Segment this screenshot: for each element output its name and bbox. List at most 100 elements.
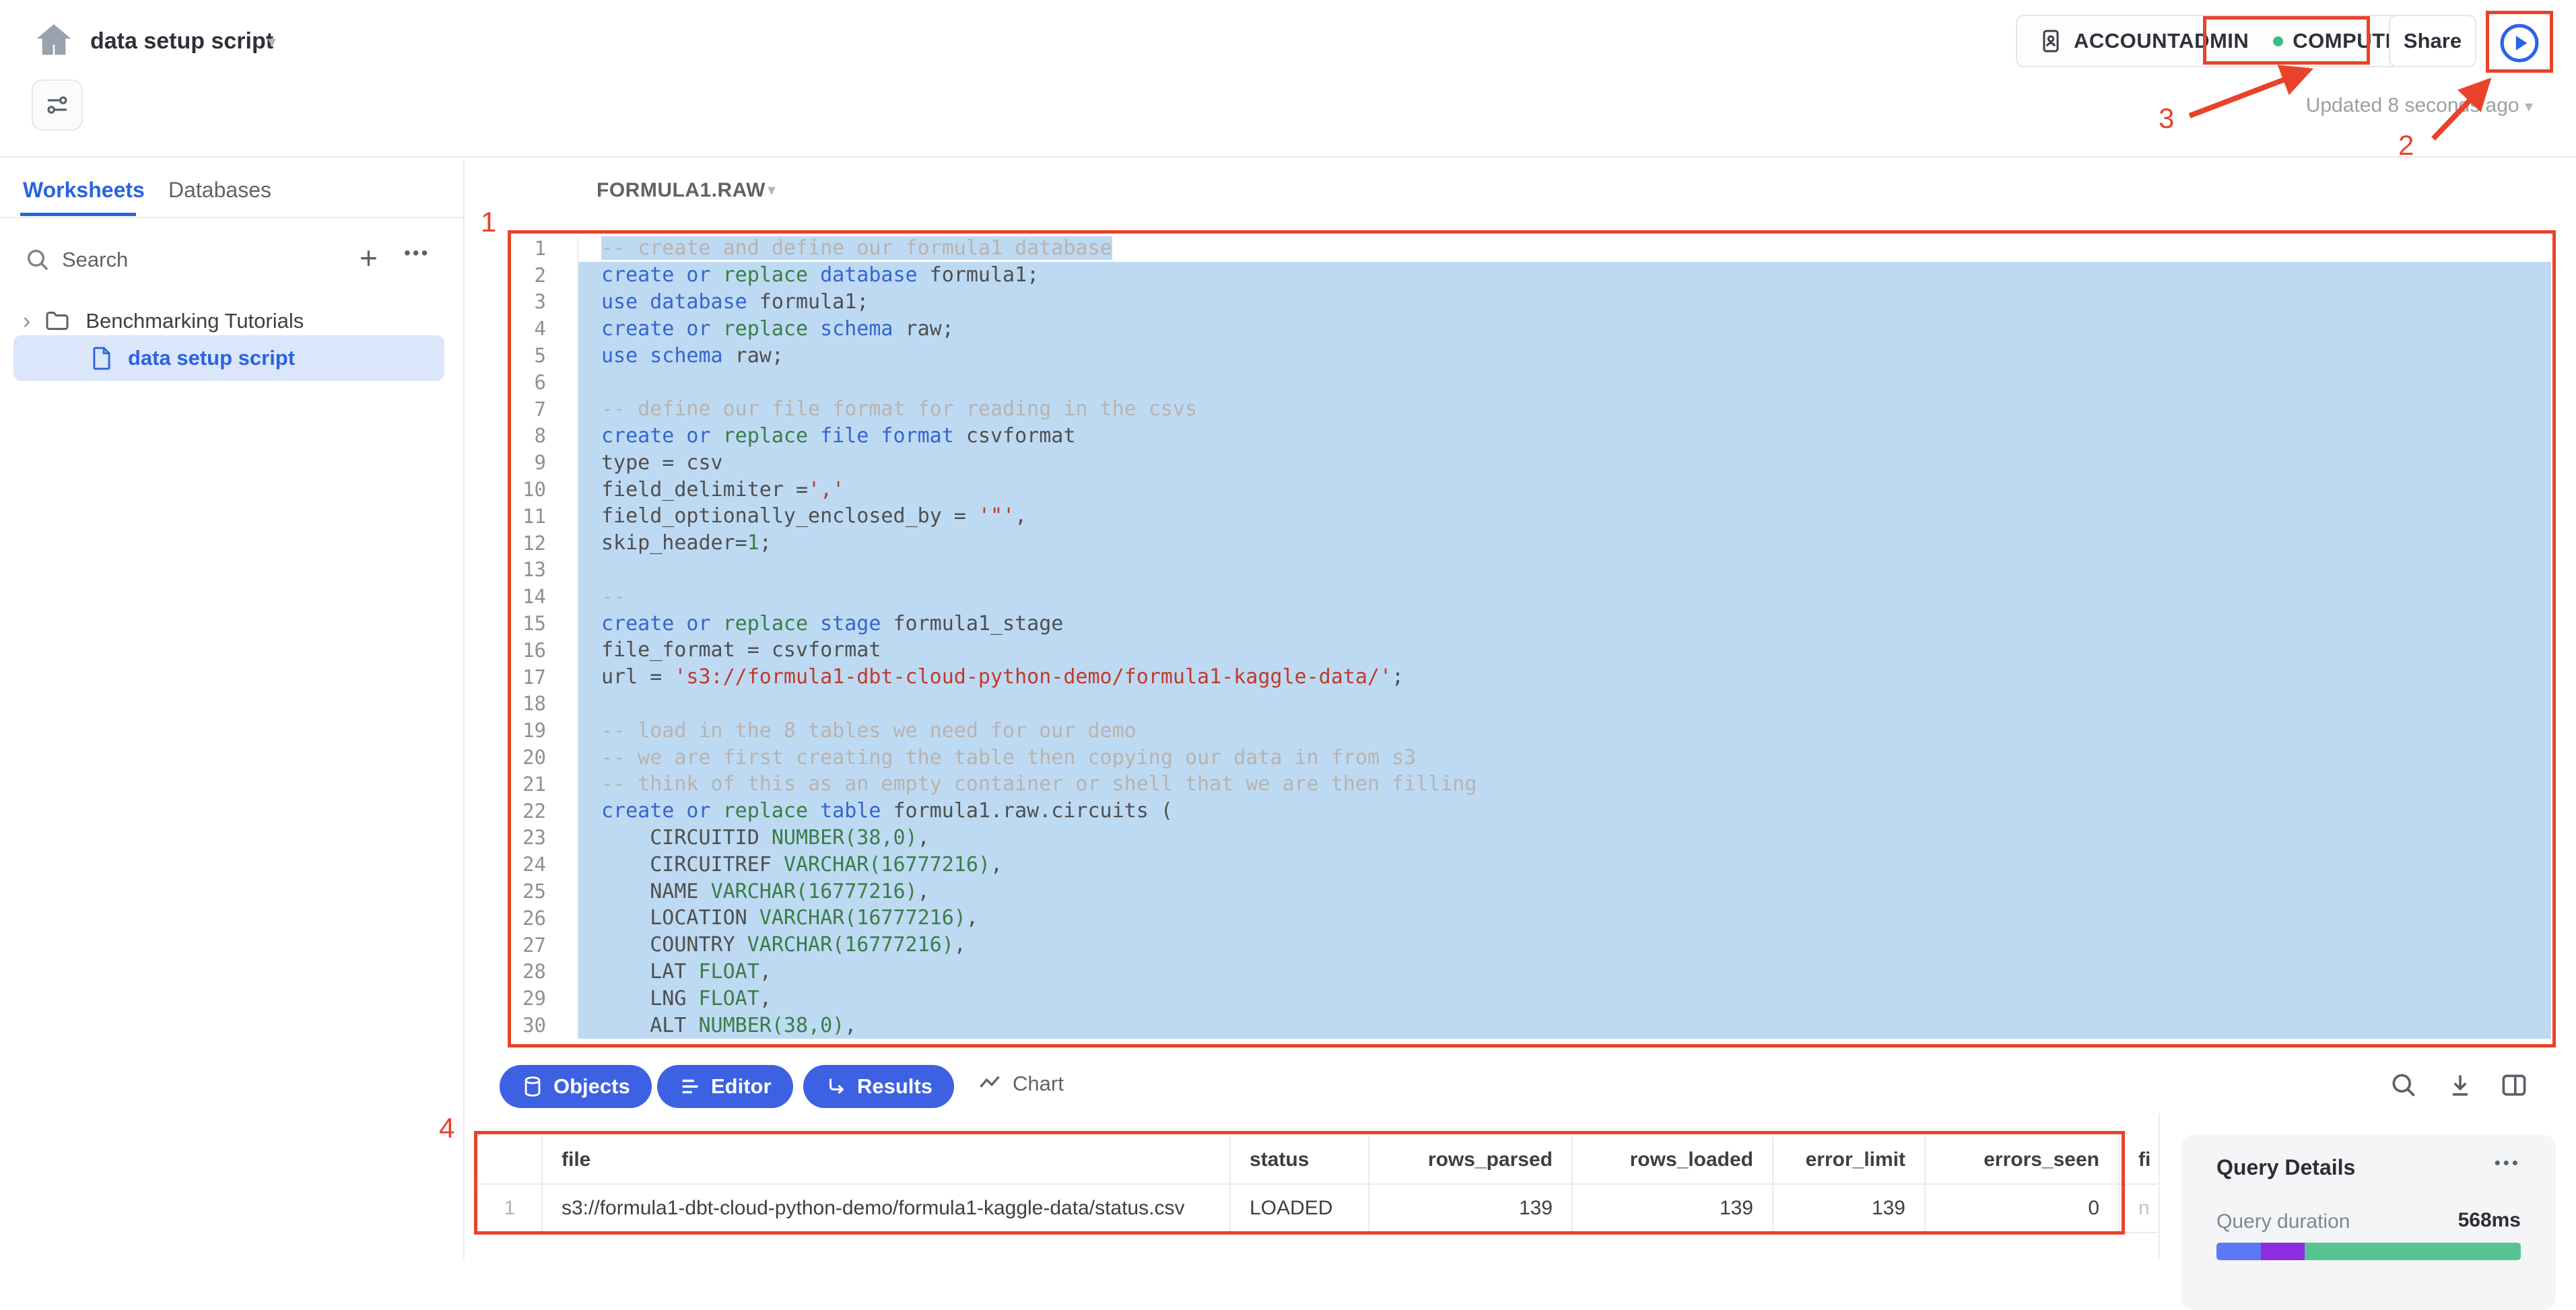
- code-text[interactable]: [578, 557, 2551, 584]
- code-line[interactable]: 23 CIRCUITID NUMBER(38,0),: [512, 825, 2551, 852]
- sql-editor[interactable]: 1-- create and define our formula1 datab…: [512, 235, 2551, 1043]
- query-details-more-button[interactable]: •••: [2495, 1152, 2521, 1173]
- results-button[interactable]: Results: [803, 1065, 954, 1108]
- file-cell[interactable]: s3://formula1-dbt-cloud-python-demo/form…: [543, 1185, 1231, 1233]
- status-cell[interactable]: LOADED: [1231, 1185, 1369, 1233]
- code-line[interactable]: 7-- define our file format for reading i…: [512, 396, 2551, 423]
- code-line[interactable]: 18: [512, 691, 2551, 718]
- tab-databases[interactable]: Databases: [168, 178, 271, 203]
- code-text[interactable]: file_format = csvformat: [578, 637, 2551, 664]
- code-line[interactable]: 26 LOCATION VARCHAR(16777216),: [512, 905, 2551, 932]
- code-line[interactable]: 10field_delimiter =',': [512, 476, 2551, 503]
- role-badge[interactable]: ACCOUNTADMIN: [2074, 29, 2249, 53]
- table-row[interactable]: 1 s3://formula1-dbt-cloud-python-demo/fo…: [478, 1185, 2155, 1233]
- code-line[interactable]: 13: [512, 557, 2551, 584]
- code-text[interactable]: create or replace schema raw;: [578, 315, 2551, 342]
- code-line[interactable]: 4create or replace schema raw;: [512, 315, 2551, 342]
- errors-seen-cell[interactable]: 0: [1926, 1185, 2120, 1233]
- code-text[interactable]: type = csv: [578, 449, 2551, 476]
- code-text[interactable]: create or replace table formula1.raw.cir…: [578, 798, 2551, 825]
- code-text[interactable]: field_optionally_enclosed_by = '"',: [578, 503, 2551, 530]
- code-line[interactable]: 20-- we are first creating the table the…: [512, 744, 2551, 771]
- code-text[interactable]: create or replace database formula1;: [578, 262, 2551, 289]
- column-header-rows-parsed[interactable]: rows_parsed: [1369, 1136, 1573, 1185]
- code-line[interactable]: 16file_format = csvformat: [512, 637, 2551, 664]
- code-text[interactable]: LNG FLOAT,: [578, 985, 2551, 1012]
- sidebar-item-worksheet-selected[interactable]: data setup script: [13, 335, 444, 381]
- code-text[interactable]: -- load in the 8 tables we need for our …: [578, 717, 2551, 744]
- objects-button[interactable]: Objects: [500, 1065, 652, 1108]
- split-columns-icon[interactable]: [2499, 1070, 2529, 1100]
- code-text[interactable]: field_delimiter =',': [578, 476, 2551, 503]
- context-caret-icon[interactable]: ▾: [768, 180, 776, 200]
- column-header-errors-seen[interactable]: errors_seen: [1926, 1136, 2120, 1185]
- code-text[interactable]: [578, 691, 2551, 718]
- code-text[interactable]: --: [578, 583, 2551, 610]
- updated-status[interactable]: Updated 8 seconds ago ▾: [2222, 94, 2533, 117]
- column-header-rows-loaded[interactable]: rows_loaded: [1573, 1136, 1773, 1185]
- code-text[interactable]: LAT FLOAT,: [578, 959, 2551, 986]
- search-input[interactable]: [62, 244, 318, 276]
- error-limit-cell[interactable]: 139: [1773, 1185, 1926, 1233]
- code-text[interactable]: LOCATION VARCHAR(16777216),: [578, 905, 2551, 932]
- code-line[interactable]: 15create or replace stage formula1_stage: [512, 610, 2551, 637]
- column-header-truncated[interactable]: fi: [2120, 1136, 2157, 1185]
- editor-button[interactable]: Editor: [657, 1065, 793, 1108]
- code-line[interactable]: 12skip_header=1;: [512, 530, 2551, 557]
- code-line[interactable]: 11field_optionally_enclosed_by = '"',: [512, 503, 2551, 530]
- truncated-cell[interactable]: n: [2120, 1185, 2157, 1233]
- tab-worksheets[interactable]: Worksheets: [23, 178, 145, 203]
- code-text[interactable]: CIRCUITREF VARCHAR(16777216),: [578, 851, 2551, 878]
- code-text[interactable]: ALT NUMBER(38,0),: [578, 1012, 2551, 1039]
- code-line[interactable]: 8create or replace file format csvformat: [512, 423, 2551, 450]
- column-header-error-limit[interactable]: error_limit: [1773, 1136, 1926, 1185]
- code-text[interactable]: use database formula1;: [578, 289, 2551, 316]
- worksheet-title[interactable]: data setup script: [90, 28, 273, 55]
- filters-button[interactable]: [32, 79, 83, 131]
- chevron-right-icon[interactable]: ›: [23, 308, 30, 335]
- title-caret-icon[interactable]: ▾: [268, 32, 276, 52]
- code-line[interactable]: 1-- create and define our formula1 datab…: [512, 235, 2551, 262]
- code-line[interactable]: 2create or replace database formula1;: [512, 262, 2551, 289]
- code-text[interactable]: CIRCUITID NUMBER(38,0),: [578, 825, 2551, 852]
- share-button[interactable]: Share: [2389, 15, 2476, 67]
- code-text[interactable]: -- we are first creating the table then …: [578, 744, 2551, 771]
- code-line[interactable]: 17url = 's3://formula1-dbt-cloud-python-…: [512, 664, 2551, 691]
- code-text[interactable]: -- define our file format for reading in…: [578, 396, 2551, 423]
- code-line[interactable]: 27 COUNTRY VARCHAR(16777216),: [512, 932, 2551, 959]
- code-line[interactable]: 28 LAT FLOAT,: [512, 959, 2551, 986]
- code-line[interactable]: 3use database formula1;: [512, 289, 2551, 316]
- code-line[interactable]: 24 CIRCUITREF VARCHAR(16777216),: [512, 851, 2551, 878]
- code-line[interactable]: 5use schema raw;: [512, 342, 2551, 369]
- code-line[interactable]: 14--: [512, 583, 2551, 610]
- code-line[interactable]: 6: [512, 369, 2551, 396]
- add-worksheet-button[interactable]: +: [360, 240, 378, 276]
- sidebar-more-button[interactable]: •••: [404, 242, 430, 264]
- results-search-icon[interactable]: [2389, 1070, 2418, 1100]
- code-text[interactable]: create or replace stage formula1_stage: [578, 610, 2551, 637]
- code-text[interactable]: create or replace file format csvformat: [578, 423, 2551, 450]
- code-line[interactable]: 25 NAME VARCHAR(16777216),: [512, 878, 2551, 905]
- rows-loaded-cell[interactable]: 139: [1573, 1185, 1773, 1233]
- chart-toggle[interactable]: Chart: [978, 1072, 1064, 1096]
- code-text[interactable]: [578, 369, 2551, 396]
- code-line[interactable]: 21-- think of this as an empty container…: [512, 771, 2551, 798]
- code-line[interactable]: 9type = csv: [512, 449, 2551, 476]
- column-header-file[interactable]: file: [543, 1136, 1231, 1185]
- column-header-status[interactable]: status: [1231, 1136, 1369, 1185]
- code-text[interactable]: NAME VARCHAR(16777216),: [578, 878, 2551, 905]
- rows-parsed-cell[interactable]: 139: [1369, 1185, 1573, 1233]
- code-text[interactable]: COUNTRY VARCHAR(16777216),: [578, 932, 2551, 959]
- home-icon[interactable]: [32, 19, 75, 62]
- code-text[interactable]: use schema raw;: [578, 342, 2551, 369]
- download-icon[interactable]: [2445, 1070, 2475, 1100]
- code-line[interactable]: 22create or replace table formula1.raw.c…: [512, 798, 2551, 825]
- code-text[interactable]: url = 's3://formula1-dbt-cloud-python-de…: [578, 664, 2551, 691]
- code-text[interactable]: -- create and define our formula1 databa…: [578, 235, 2551, 262]
- code-line[interactable]: 29 LNG FLOAT,: [512, 985, 2551, 1012]
- code-line[interactable]: 30 ALT NUMBER(38,0),: [512, 1012, 2551, 1039]
- run-button[interactable]: [2491, 18, 2548, 69]
- code-text[interactable]: skip_header=1;: [578, 530, 2551, 557]
- worksheet-context-selector[interactable]: FORMULA1.RAW: [597, 179, 766, 202]
- code-text[interactable]: -- think of this as an empty container o…: [578, 771, 2551, 798]
